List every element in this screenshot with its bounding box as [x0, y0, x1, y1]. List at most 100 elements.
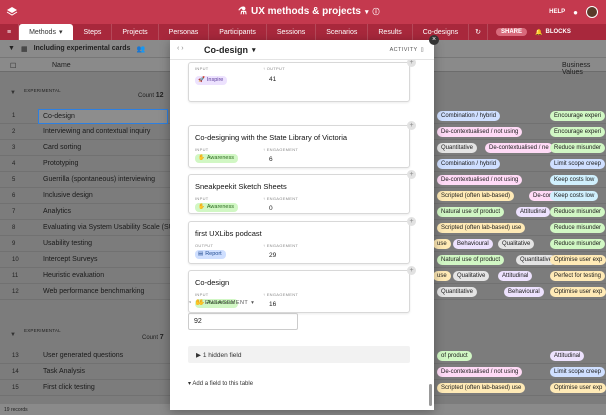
group-header-experimental[interactable]: ▼ EXPERIMENTAL Count 12 [0, 84, 170, 104]
view-switcher-icon[interactable]: ▼ [8, 45, 15, 52]
modal-scrollbar[interactable] [429, 384, 432, 406]
flask-icon: ⚗ [238, 6, 247, 17]
plus-icon[interactable]: + [407, 266, 416, 275]
select-option-pill: Perfect for testing [550, 271, 606, 281]
plus-icon[interactable]: + [407, 121, 416, 130]
chevron-down-icon[interactable]: ▾ [251, 300, 254, 306]
bell-icon: 🔔 [535, 29, 543, 36]
hamburger-menu-icon[interactable]: ≡ [0, 24, 20, 40]
hand-icon: ✋ [198, 204, 205, 210]
hidden-fields-toggle[interactable]: ▶ 1 hidden field [188, 346, 410, 363]
select-option-pill: De-contextualised / not using [437, 175, 523, 185]
collapse-group-icon[interactable]: ▼ [10, 332, 16, 338]
select-option-pill: Combination / hybrid [437, 111, 501, 121]
view-name[interactable]: Including experimental cards [34, 45, 131, 52]
select-option-pill: Keep costs low [550, 175, 599, 185]
row-name-cell[interactable]: User generated questions [43, 352, 123, 359]
close-icon[interactable]: × [429, 35, 439, 45]
tab-label: Methods [29, 28, 56, 36]
avatar[interactable] [586, 6, 598, 18]
row-name-cell[interactable]: Usability testing [43, 240, 92, 247]
history-icon[interactable]: ↻ [469, 24, 489, 40]
row-name-cell[interactable]: Card sorting [43, 144, 81, 151]
linked-record-card[interactable]: Sneakpeekit Sketch Sheets INPUT ↑ ENGAGEME… [188, 170, 416, 214]
modal-header: ‹ › Co-design ▾ ACTIVITY ▯ [170, 40, 434, 60]
card-field-label: INPUT [195, 66, 209, 71]
tab-results[interactable]: Results [368, 24, 413, 40]
people-icon[interactable]: 👥 [136, 45, 145, 53]
row-name-cell[interactable]: Analytics [43, 208, 71, 215]
linked-record-card[interactable]: Co-design INPUT ↑ ENGAGEMENT ✋ Awareness 16 + [188, 266, 416, 313]
chevron-right-icon: ▶ [196, 352, 201, 359]
select-all-checkbox[interactable]: ☐ [10, 62, 16, 70]
tab-scenarios[interactable]: Scenarios [316, 24, 369, 40]
select-option-pill: Reduce misunder [550, 143, 606, 153]
hidden-field-text: 1 hidden field [202, 352, 242, 359]
row-name-cell[interactable]: First click testing [43, 384, 95, 391]
card-tag-text: Report [205, 251, 222, 257]
chevron-down-icon: ▾ [58, 29, 63, 36]
plus-icon[interactable]: + [407, 170, 416, 179]
card-tag-text: Inspire [206, 77, 224, 83]
app-logo-icon[interactable] [6, 6, 18, 18]
chevron-down-icon[interactable]: ▾ [252, 46, 256, 54]
add-field-text: Add a field to this table [192, 381, 254, 387]
row-number: 5 [12, 177, 16, 183]
engagement-input[interactable]: 92 [188, 313, 298, 330]
row-name-cell[interactable]: Inclusive design [43, 192, 93, 199]
tab-label: Projects [122, 28, 148, 36]
row-name-cell[interactable]: Prototyping [43, 160, 78, 167]
select-option-pill: Scripted (often lab-based) use [437, 383, 526, 393]
row-name-cell[interactable]: Heuristic evaluation [43, 272, 104, 279]
select-option-pill: Combination / hybrid [437, 159, 501, 169]
row-name-cell[interactable]: Co-design [38, 109, 168, 124]
linked-record-card[interactable]: Co-designing with the State Library of V… [188, 121, 416, 168]
blocks-button[interactable]: 🔔 BLOCKS [535, 29, 571, 36]
plus-icon: ▾ [188, 381, 192, 387]
tab-sessions[interactable]: Sessions [267, 24, 317, 40]
card-field-label: ↑ ENGAGEMENT [263, 147, 299, 152]
card-value: 29 [269, 252, 277, 259]
group-count: Count 12 [138, 92, 163, 99]
tab-steps[interactable]: Steps [73, 24, 113, 40]
help-button[interactable]: HELP [549, 9, 565, 15]
notification-bell-icon[interactable]: ● [573, 8, 578, 17]
tab-methods[interactable]: Methods ▾ [19, 24, 74, 40]
tab-personas[interactable]: Personas [159, 24, 210, 40]
row-name-cell[interactable]: Evaluating via System Usability Scale (S… [43, 224, 180, 231]
row-name-cell[interactable]: Task Analysis [43, 368, 85, 375]
name-column-header[interactable]: Name [52, 62, 71, 69]
blocks-label: BLOCKS [545, 29, 571, 35]
tab-label: Scenarios [326, 28, 358, 36]
activity-button[interactable]: ACTIVITY ▯ [390, 47, 424, 53]
row-number: 11 [12, 273, 19, 279]
card-title: Co-designing with the State Library of V… [195, 133, 348, 142]
row-name-cell[interactable]: Intercept Surveys [43, 256, 97, 263]
prev-next-record-icon[interactable]: ‹ › [177, 45, 184, 52]
select-option-pill: of product [437, 351, 472, 361]
share-button[interactable]: SHARE [496, 28, 528, 36]
row-name-cell[interactable]: Interviewing and contextual inquiry [43, 128, 150, 135]
card-tag-text: Awareness [206, 155, 234, 161]
business-values-column-header[interactable]: Business Values [562, 62, 606, 76]
base-title[interactable]: ⚗ UX methods & projects ▾ ⓘ [238, 6, 380, 17]
card-value: 41 [269, 76, 277, 83]
tab-co-designs[interactable]: Co-designs [413, 24, 470, 40]
group-header-experimental-2[interactable]: ▼ EXPERIMENTAL Count 7 [0, 326, 170, 346]
record-expanded-modal: ‹ › Co-design ▾ ACTIVITY ▯ INPUT ↑ OUTPUT 🚀 I… [170, 40, 434, 410]
plus-icon[interactable]: + [407, 217, 416, 226]
tab-projects[interactable]: Projects [112, 24, 159, 40]
card-field-label: INPUT [195, 292, 209, 297]
linked-record-card[interactable]: INPUT ↑ OUTPUT 🚀 Inspire 41 + [188, 58, 416, 102]
tab-participants[interactable]: Participants [209, 24, 267, 40]
engagement-field-label: ◔ ✋ ENGAGEMENT ▾ [188, 300, 254, 306]
field-type-icon: ◔ [188, 300, 192, 306]
linked-record-card[interactable]: first UXLibs podcast OUTPUT ↑ ENGAGEMENT ▤ R… [188, 217, 416, 264]
collapse-group-icon[interactable]: ▼ [10, 90, 16, 96]
row-name-cell[interactable]: Guerrilla (spontaneous) interviewing [43, 176, 155, 183]
add-field-button[interactable]: ▾ Add a field to this table [188, 380, 253, 387]
info-icon[interactable]: ⓘ [373, 7, 380, 17]
row-number: 1 [12, 113, 16, 119]
card-value: 16 [269, 301, 277, 308]
row-name-cell[interactable]: Web performance benchmarking [43, 288, 144, 295]
